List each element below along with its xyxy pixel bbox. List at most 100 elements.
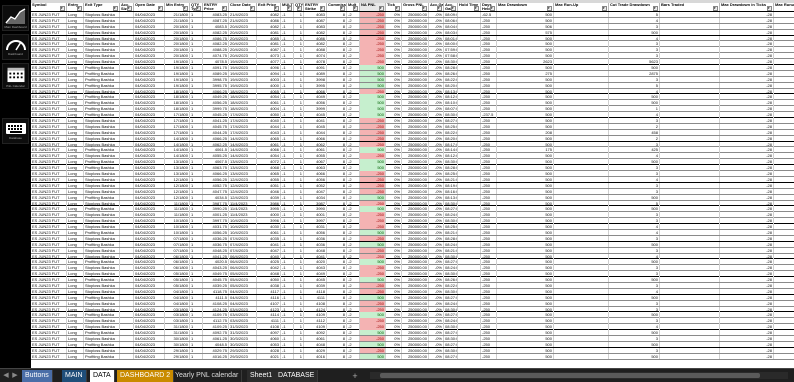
table-cell[interactable] [458,41,481,47]
add-sheet-icon[interactable]: + [350,370,360,382]
table-cell[interactable]: 4049 [304,94,327,100]
table-cell[interactable]: -0% [429,88,444,94]
table-cell[interactable]: ES JUN23 FUT [31,135,67,142]
table-cell[interactable] [120,282,134,289]
table-cell[interactable]: 28 [774,348,794,353]
table-cell[interactable] [660,23,720,30]
table-cell[interactable]: -1 [281,312,294,318]
table-cell[interactable]: 8 [327,159,347,165]
table-cell[interactable]: 4055.25 [203,153,229,159]
table-cell[interactable]: 1 [294,271,304,277]
table-cell[interactable]: 8 [327,118,347,124]
table-cell[interactable]: 4108.25 [203,300,229,307]
table-cell[interactable]: -1 [281,112,294,118]
table-cell[interactable]: ES JUN23 FUT [31,241,67,248]
table-cell[interactable] [458,159,481,165]
table-cell[interactable]: Long [67,12,84,18]
table-cell[interactable]: 250000.00 [402,341,429,348]
table-cell[interactable]: ES JUN23 FUT [31,153,67,159]
table-cell[interactable]: 04/04/2023 [134,282,165,289]
table-cell[interactable]: 4 [609,229,660,236]
table-cell[interactable] [660,335,720,342]
table-cell[interactable]: 08:01:00 [444,35,458,41]
table-cell[interactable]: 08:25:00 [444,224,458,230]
table-cell[interactable]: Stoploss Bashka [84,41,120,47]
column-header[interactable]: Symbol ▾ [31,3,67,11]
table-cell[interactable] [554,29,609,36]
table-cell[interactable]: 3 [609,265,660,271]
table-cell[interactable]: -250 [481,229,497,236]
table-cell[interactable] [554,118,609,124]
table-cell[interactable]: -1 [281,194,294,200]
table-cell[interactable]: 04/04/2023 [134,277,165,283]
table-cell[interactable]: 1 [190,35,203,41]
table-cell[interactable]: 4063.75 [203,165,229,171]
table-cell[interactable]: -2 [347,147,360,153]
table-cell[interactable]: 1 [190,218,203,224]
table-cell[interactable]: 8 [327,29,347,36]
table-cell[interactable]: Stoploss Bashka [84,324,120,330]
table-cell[interactable]: 04/04/2023 [134,218,165,224]
table-cell[interactable] [554,100,609,106]
table-cell[interactable]: 11/1800 [165,212,190,218]
table-cell[interactable] [120,41,134,47]
table-cell[interactable]: 1 [294,159,304,165]
table-cell[interactable]: 28 [774,65,794,70]
table-cell[interactable]: 08:30:00 [444,324,458,330]
table-cell[interactable]: 4055 [257,176,281,183]
table-cell[interactable]: Stoploss Bashka [84,47,120,53]
table-cell[interactable]: 3 [609,23,660,30]
table-cell[interactable]: 04/04/2023 [134,335,165,342]
table-cell[interactable]: -250 [481,335,497,342]
table-cell[interactable]: 4066 [304,88,327,94]
table-cell[interactable]: -28 [720,159,774,165]
table-cell[interactable]: 1 [190,200,203,206]
table-cell[interactable]: 4066 [304,135,327,142]
table-cell[interactable]: 1 [294,35,304,41]
table-cell[interactable]: 8 [327,282,347,289]
table-cell[interactable] [120,324,134,330]
table-cell[interactable]: 0% [386,241,402,248]
table-cell[interactable]: 04/4/2023 [229,294,257,301]
table-cell[interactable]: 11/1800 [165,200,190,206]
table-cell[interactable] [458,100,481,106]
table-cell[interactable] [554,123,609,130]
table-cell[interactable]: 08:30:00 [444,59,458,65]
table-cell[interactable]: -250 [481,330,497,336]
table-cell[interactable]: 4055 [304,153,327,159]
table-cell[interactable] [554,17,609,24]
table-cell[interactable]: 4 [609,153,660,159]
table-cell[interactable]: 500 [360,353,386,360]
table-cell[interactable]: -250 [481,341,497,348]
table-cell[interactable]: -1 [281,29,294,36]
table-cell[interactable] [120,35,134,41]
table-cell[interactable]: -250 [481,159,497,165]
table-cell[interactable]: -1 [281,70,294,77]
table-cell[interactable]: -250 [481,17,497,24]
table-cell[interactable]: 4082 [304,41,327,47]
table-cell[interactable]: -0% [429,259,444,265]
table-cell[interactable]: 4056.25 [203,229,229,236]
table-cell[interactable]: 8 [327,335,347,342]
table-cell[interactable]: 1 [294,335,304,342]
filter-dropdown-icon[interactable]: ▾ [767,6,772,11]
table-cell[interactable]: 08:07:00 [444,106,458,112]
column-header[interactable]: ENTRY Strike ▾ [304,3,327,11]
filter-dropdown-icon[interactable]: ▾ [474,6,479,11]
table-cell[interactable]: 250000.00 [402,47,429,53]
table-cell[interactable]: 17/1800 [165,118,190,124]
table-cell[interactable]: Profiting Bashka [84,353,120,360]
table-cell[interactable]: -28 [720,106,774,112]
table-cell[interactable]: 2 [609,135,660,142]
table-cell[interactable]: Long [67,147,84,153]
table-cell[interactable]: 17/4/2023 [229,123,257,130]
table-cell[interactable]: -250 [360,59,386,65]
table-cell[interactable]: 3 [609,212,660,218]
table-cell[interactable]: 08:22:00 [444,129,458,136]
table-cell[interactable] [120,306,134,312]
table-cell[interactable]: -250 [481,318,497,324]
table-cell[interactable]: 0% [386,353,402,360]
filter-dropdown-icon[interactable]: ▾ [297,6,302,11]
table-cell[interactable]: 3 [609,300,660,307]
table-cell[interactable]: 08:06:00 [444,17,458,24]
